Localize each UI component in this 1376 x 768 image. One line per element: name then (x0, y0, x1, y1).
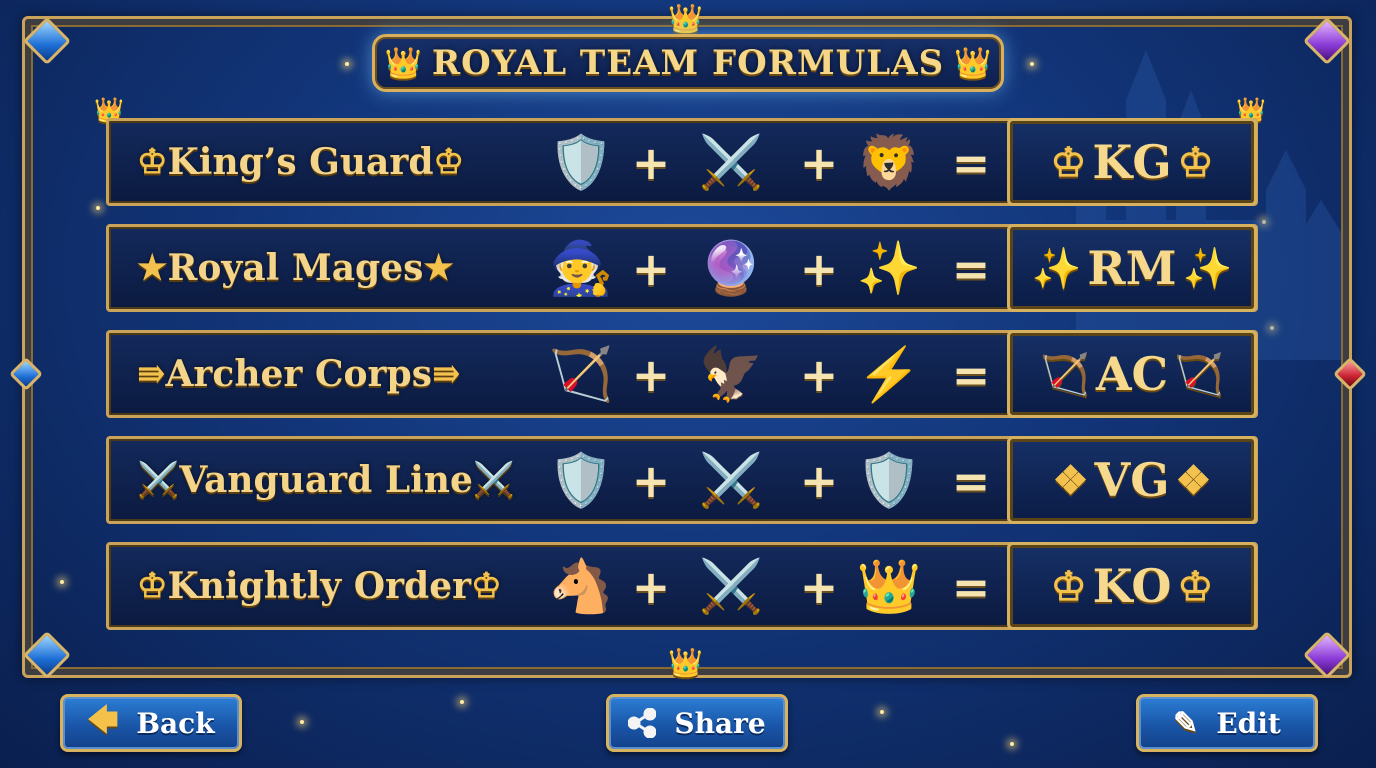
result-code: KG (1092, 135, 1172, 189)
deco-icon: ⚔️ (137, 460, 180, 500)
sparkle (460, 700, 464, 704)
page-title: ROYAL TEAM FORMULAS (431, 43, 945, 83)
share-button[interactable]: Share (606, 694, 788, 752)
deco-icon: ★ (423, 248, 454, 288)
back-button-label: Back (136, 706, 215, 740)
plus-operator: + (631, 136, 671, 190)
deco-icon: ♔ (1177, 138, 1214, 186)
sparkle (1010, 742, 1014, 746)
crown-icon: 👑 (384, 45, 422, 81)
plus-operator: + (799, 454, 839, 508)
team-name-label: Knightly Order (167, 565, 472, 607)
edit-button-label: Edit (1216, 706, 1281, 740)
crossed-swords-icon: ⚔️ (698, 557, 764, 617)
formula-row[interactable]: ♔ King’s Guard ♔ 🛡️ ⚔️ 🦁 + + = ♔ KG ♔ (106, 118, 1258, 206)
plus-operator: + (799, 348, 839, 402)
result-badge: ♔ KO ♔ (1007, 542, 1257, 630)
shield-icon: 🛡️ (856, 451, 922, 511)
equals-operator: = (951, 454, 991, 508)
formula-row[interactable]: ★ Royal Mages ★ 🧙 🔮 ✨ + + = ✨ RM ✨ (106, 224, 1258, 312)
crystal-ball-icon: 🔮 (698, 239, 764, 299)
deco-icon: ⚔️ (472, 460, 516, 500)
team-name-label: Archer Corps (165, 353, 432, 395)
deco-icon: 🏹 (1040, 350, 1090, 398)
result-code: RM (1087, 241, 1177, 295)
crown-icon: 👑 (856, 557, 922, 617)
deco-icon: ⇛ (431, 354, 461, 394)
equals-operator: = (951, 348, 991, 402)
team-name: ⚔️ Vanguard Line ⚔️ (137, 439, 515, 521)
plus-operator: + (799, 136, 839, 190)
result-badge: 🏹 AC 🏹 (1007, 330, 1257, 418)
eagle-icon: 🦅 (698, 345, 764, 405)
formula-row[interactable]: ⚔️ Vanguard Line ⚔️ 🛡️ ⚔️ 🛡️ + + = ❖ VG ❖ (106, 436, 1258, 524)
back-arrow-icon: 🡄 (87, 702, 119, 738)
pencil-icon: ✎ (1173, 705, 1199, 741)
formula-list: ♔ King’s Guard ♔ 🛡️ ⚔️ 🦁 + + = ♔ KG ♔ ★ Royal Mages ★ 🧙… (106, 118, 1258, 648)
crown-icon: 👑 (954, 45, 992, 81)
deco-icon: ✨ (1031, 244, 1082, 292)
equals-operator: = (951, 560, 991, 614)
bow-icon: 🏹 (548, 345, 614, 405)
sparkles-icon: ✨ (856, 239, 922, 299)
deco-icon: ✨ (1182, 244, 1233, 292)
plus-operator: + (799, 242, 839, 296)
plus-operator: + (631, 348, 671, 402)
plus-operator: + (799, 560, 839, 614)
deco-icon: 🏹 (1174, 350, 1224, 398)
team-name: ♔ Knightly Order ♔ (137, 545, 502, 627)
deco-icon: ★ (137, 248, 168, 288)
crossed-swords-icon: ⚔️ (698, 133, 764, 193)
share-icon (628, 708, 657, 738)
plus-operator: + (631, 560, 671, 614)
result-badge: ♔ KG ♔ (1007, 118, 1257, 206)
deco-icon: ♔ (1050, 562, 1087, 610)
lion-icon: 🦁 (856, 133, 922, 193)
team-name-label: Vanguard Line (179, 459, 473, 501)
title-banner: 👑 ROYAL TEAM FORMULAS 👑 (372, 34, 1004, 92)
equals-operator: = (951, 242, 991, 296)
result-badge: ❖ VG ❖ (1007, 436, 1257, 524)
team-name: ♔ King’s Guard ♔ (137, 121, 464, 203)
team-name-label: King’s Guard (167, 141, 434, 183)
deco-icon: ♔ (433, 142, 464, 182)
shield-icon: 🛡️ (548, 451, 614, 511)
deco-icon: ♔ (471, 566, 502, 606)
result-code: AC (1095, 347, 1169, 401)
team-name: ⇛ Archer Corps ⇛ (137, 333, 460, 415)
result-badge: ✨ RM ✨ (1007, 224, 1257, 312)
crossed-swords-icon: ⚔️ (698, 451, 764, 511)
edit-button[interactable]: ✎ Edit (1136, 694, 1318, 752)
result-code: KO (1092, 559, 1172, 613)
equals-operator: = (951, 136, 991, 190)
plus-operator: + (631, 454, 671, 508)
crown-icon: 👑 (668, 2, 703, 35)
sparkle (880, 710, 884, 714)
deco-icon: ❖ (1052, 456, 1089, 504)
deco-icon: ⇛ (137, 354, 166, 394)
plus-operator: + (631, 242, 671, 296)
sparkle (300, 720, 304, 724)
result-code: VG (1094, 453, 1170, 507)
deco-icon: ♔ (1050, 138, 1087, 186)
back-button[interactable]: 🡄 Back (60, 694, 242, 752)
lightning-icon: ⚡ (856, 345, 922, 405)
team-name-label: Royal Mages (167, 247, 424, 289)
deco-icon: ♔ (137, 142, 168, 182)
shield-icon: 🛡️ (548, 133, 614, 193)
share-button-label: Share (674, 706, 766, 740)
horse-icon: 🐴 (548, 557, 614, 617)
deco-icon: ♔ (1177, 562, 1214, 610)
wizard-icon: 🧙 (548, 239, 614, 299)
team-name: ★ Royal Mages ★ (137, 227, 454, 309)
formula-row[interactable]: ⇛ Archer Corps ⇛ 🏹 🦅 ⚡ + + = 🏹 AC 🏹 (106, 330, 1258, 418)
formula-row[interactable]: ♔ Knightly Order ♔ 🐴 ⚔️ 👑 + + = ♔ KO ♔ (106, 542, 1258, 630)
crown-icon: 👑 (668, 646, 703, 679)
deco-icon: ♔ (137, 566, 168, 606)
deco-icon: ❖ (1175, 456, 1212, 504)
